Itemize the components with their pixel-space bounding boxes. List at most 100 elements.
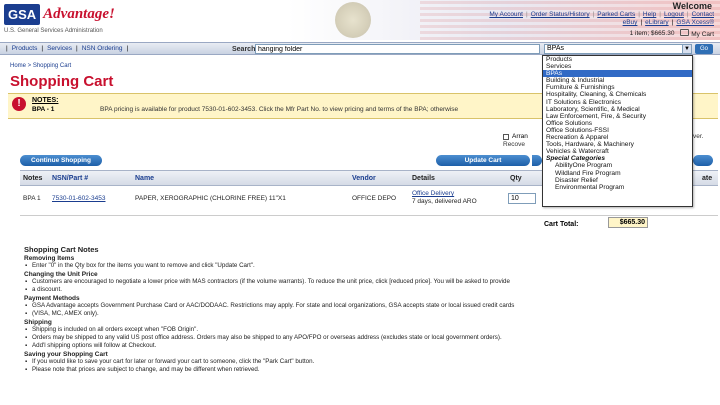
- category-dropdown-list[interactable]: Products Services BPAs Building & Indust…: [542, 55, 693, 207]
- cart-notes-item: GSA Advantage accepts Government Purchas…: [24, 302, 714, 310]
- dropdown-option-recreation[interactable]: Recreation & Apparel: [543, 134, 692, 141]
- search-go-button[interactable]: Go: [695, 44, 713, 54]
- cart-icon: [680, 29, 690, 36]
- nav-tab-nsn-ordering[interactable]: NSN Ordering: [82, 45, 123, 52]
- dropdown-option-tools[interactable]: Tools, Hardware, & Machinery: [543, 141, 692, 148]
- nav-bar: | Products | Services | NSN Ordering | Searc…: [0, 42, 720, 55]
- dropdown-option-disaster-relief[interactable]: Disaster Relief: [543, 177, 692, 184]
- dropdown-option-laboratory[interactable]: Laboratory, Scientific, & Medical: [543, 106, 692, 113]
- dropdown-option-wildland-fire[interactable]: Wildland Fire Program: [543, 170, 692, 177]
- row-details-text: 7 days, delivered ARO: [412, 198, 477, 205]
- col-rate: ate: [702, 175, 713, 182]
- checkout-button-edge[interactable]: [693, 155, 713, 166]
- row-note: BPA 1: [23, 195, 41, 202]
- arrange-checkbox[interactable]: [503, 133, 509, 140]
- recovery-text: Recove: [503, 141, 526, 148]
- page-title: Shopping Cart: [10, 73, 114, 90]
- category-select[interactable]: BPAs ▼: [544, 44, 692, 54]
- dropdown-option-office-fssi[interactable]: Office Solutions-FSSI: [543, 127, 692, 134]
- row-vendor: OFFICE DEPO: [352, 195, 397, 202]
- notes-label: NOTES:: [32, 97, 59, 104]
- my-cart-link[interactable]: My Cart: [680, 29, 714, 38]
- row-details-link[interactable]: Office Delivery: [412, 190, 454, 197]
- cart-total-value: $665.30: [608, 217, 648, 228]
- continue-shopping-button[interactable]: Continue Shopping: [20, 155, 102, 166]
- advantage-logo-text: Advantage!: [43, 6, 115, 22]
- park-cart-button-edge[interactable]: [532, 155, 542, 166]
- col-part[interactable]: NSN/Part #: [52, 175, 88, 182]
- cart-notes-heading: Removing Items: [24, 255, 75, 262]
- logout-link[interactable]: Logout: [664, 11, 684, 18]
- cart-notes-item: If you would like to save your cart for …: [24, 358, 714, 366]
- dropdown-option-services[interactable]: Services: [543, 63, 692, 70]
- sub-links: eBuy | eLibrary | GSA Xcess®: [622, 19, 714, 26]
- site-header: GSA Advantage! U.S. General Services Adm…: [0, 0, 720, 40]
- elibrary-link[interactable]: eLibrary: [645, 19, 668, 26]
- gsa-xcess-link[interactable]: GSA Xcess®: [676, 19, 714, 26]
- cart-notes: Shopping Cart Notes Removing Items Enter…: [24, 245, 714, 374]
- notes-bpa-badge: BPA - 1: [32, 106, 55, 113]
- cart-notes-item: Orders may be shipped to any valid US po…: [24, 334, 714, 342]
- col-notes: Notes: [23, 175, 43, 182]
- welcome-text: Welcome: [672, 1, 712, 11]
- col-vendor[interactable]: Vendor: [352, 175, 376, 182]
- row-part-link[interactable]: 7530-01-602-3453: [52, 195, 106, 202]
- col-qty: Qty: [510, 175, 522, 182]
- cart-total-label: Cart Total:: [544, 221, 579, 228]
- chevron-down-icon[interactable]: ▼: [682, 45, 691, 53]
- quantity-input[interactable]: [508, 193, 536, 204]
- breadcrumb[interactable]: Home > Shopping Cart: [10, 63, 71, 69]
- cart-notes-heading: Shipping: [24, 319, 52, 326]
- gsa-advantage-logo[interactable]: GSA Advantage!: [4, 4, 115, 25]
- arrange-option[interactable]: Arran: [503, 133, 528, 140]
- cart-notes-heading: Changing the Unit Price: [24, 271, 98, 278]
- my-account-link[interactable]: My Account: [489, 11, 523, 18]
- cart-notes-heading: Payment Methods: [24, 295, 80, 302]
- dropdown-option-it-solutions[interactable]: IT Solutions & Electronics: [543, 99, 692, 106]
- dropdown-option-abilityone[interactable]: AbilityOne Program: [543, 162, 692, 169]
- cart-notes-item: Add'l shipping options will follow at Ch…: [24, 342, 714, 350]
- order-status-link[interactable]: Order Status/History: [531, 11, 590, 18]
- col-name[interactable]: Name: [135, 175, 154, 182]
- cart-notes-item: Please note that prices are subject to c…: [24, 366, 714, 374]
- ebuy-link[interactable]: eBuy: [623, 19, 638, 26]
- col-details: Details: [412, 175, 435, 182]
- side-right-text: ver.: [693, 133, 704, 140]
- cart-notes-heading: Saving your Shopping Cart: [24, 351, 108, 358]
- cart-notes-item: (VISA, MC, AMEX only).: [24, 310, 714, 318]
- row-name: PAPER, XEROGRAPHIC (CHLORINE FREE) 11"X1: [135, 195, 286, 202]
- cart-item-count: 1 item; $665.30: [629, 30, 675, 37]
- top-links: My Account | Order Status/History | Parked…: [489, 11, 714, 18]
- cart-notes-item: a discount.: [24, 286, 714, 294]
- cart-notes-item: Shipping is included on all orders excep…: [24, 326, 714, 334]
- dropdown-option-hospitality[interactable]: Hospitality, Cleaning, & Chemicals: [543, 91, 692, 98]
- dropdown-option-products[interactable]: Products: [543, 56, 692, 63]
- dropdown-option-building[interactable]: Building & Industrial: [543, 77, 692, 84]
- alert-icon: !: [12, 97, 26, 111]
- dropdown-option-bpas[interactable]: BPAs: [543, 70, 692, 78]
- seal-emblem: [335, 2, 371, 38]
- notes-message: BPA pricing is available for product 753…: [100, 106, 459, 113]
- cart-notes-item: Customers are encouraged to negotiate a …: [24, 278, 714, 286]
- nav-tab-services[interactable]: Services: [47, 45, 72, 52]
- cart-notes-item: Enter "0" in the Qty box for the items y…: [24, 262, 714, 270]
- dropdown-option-environmental[interactable]: Environmental Program: [543, 184, 692, 191]
- dropdown-group-special: Special Categories: [546, 155, 606, 163]
- gov-tagline: U.S. General Services Administration: [4, 28, 103, 34]
- search-input[interactable]: [255, 44, 540, 54]
- arrange-label: Arran: [512, 133, 528, 140]
- parked-carts-link[interactable]: Parked Carts: [597, 11, 635, 18]
- nav-tabs: | Products | Services | NSN Ordering |: [6, 45, 129, 52]
- dropdown-option-furniture[interactable]: Furniture & Furnishings: [543, 84, 692, 91]
- contact-link[interactable]: Contact: [692, 11, 714, 18]
- update-cart-button[interactable]: Update Cart: [436, 155, 530, 166]
- dropdown-option-vehicles[interactable]: Vehicles & Watercraft: [543, 148, 692, 155]
- help-link[interactable]: Help: [643, 11, 656, 18]
- cart-notes-title: Shopping Cart Notes: [24, 245, 99, 254]
- gsa-logo-box: GSA: [4, 4, 41, 25]
- nav-tab-products[interactable]: Products: [12, 45, 38, 52]
- dropdown-option-law-enforcement[interactable]: Law Enforcement, Fire, & Security: [543, 113, 692, 120]
- cart-summary: 1 item; $665.30 My Cart: [630, 29, 714, 38]
- search-label: Search: [232, 46, 256, 53]
- dropdown-option-office-solutions[interactable]: Office Solutions: [543, 120, 692, 127]
